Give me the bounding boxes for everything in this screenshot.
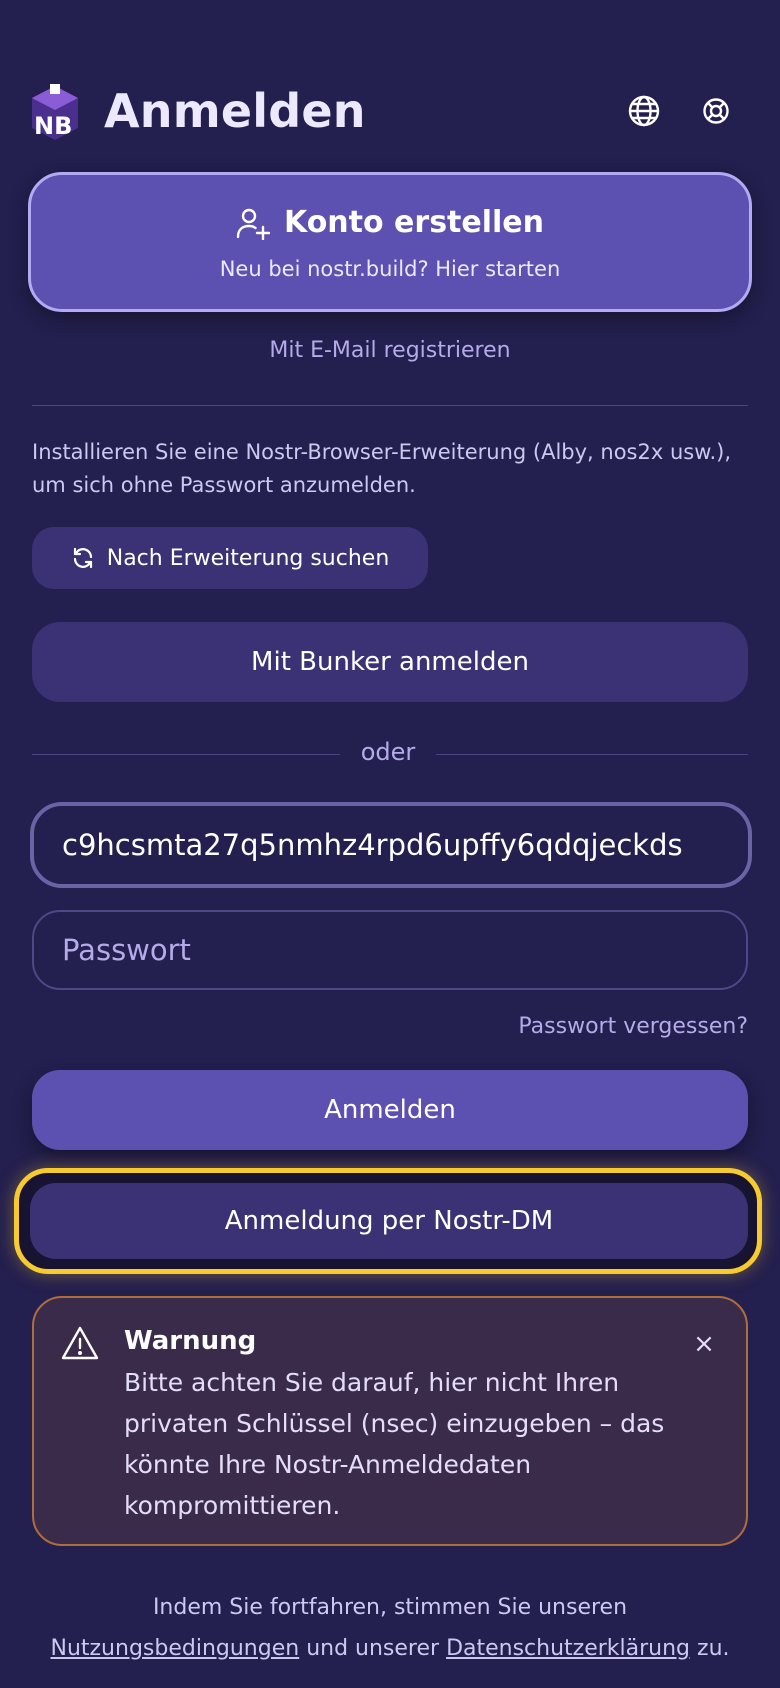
forgot-password-link[interactable]: Passwort vergessen? bbox=[420, 1014, 748, 1039]
privacy-link[interactable]: Datenschutzerklärung bbox=[446, 1636, 690, 1661]
close-icon[interactable]: × bbox=[686, 1326, 722, 1362]
user-plus-icon bbox=[236, 208, 270, 240]
divider bbox=[32, 405, 748, 406]
login-button[interactable]: Anmelden bbox=[32, 1070, 748, 1150]
footer-suffix: zu. bbox=[697, 1636, 730, 1661]
footer-legal: Indem Sie fortfahren, stimmen Sie unsere… bbox=[20, 1587, 760, 1669]
extension-info-text: Installieren Sie eine Nostr-Browser-Erwe… bbox=[32, 440, 731, 497]
footer-middle: und unserer bbox=[306, 1636, 440, 1661]
refresh-icon bbox=[73, 547, 92, 569]
nostr-dm-login-button[interactable]: Anmeldung per Nostr-DM bbox=[30, 1183, 748, 1259]
search-extension-button[interactable]: Nach Erweiterung suchen bbox=[32, 527, 428, 589]
create-account-label: Konto erstellen bbox=[283, 205, 545, 240]
password-input[interactable] bbox=[32, 910, 748, 990]
lifebuoy-icon[interactable] bbox=[692, 87, 740, 135]
warning-text: Bitte achten Sie darauf, hier nicht Ihre… bbox=[124, 1368, 665, 1520]
nostr-build-logo: NB bbox=[28, 84, 82, 142]
email-register-link[interactable]: Mit E-Mail registrieren bbox=[0, 338, 780, 363]
search-extension-label: Nach Erweiterung suchen bbox=[106, 545, 390, 571]
or-label: oder bbox=[360, 738, 416, 766]
svg-text:NB: NB bbox=[34, 112, 72, 140]
username-input[interactable] bbox=[30, 802, 752, 888]
create-account-main: Konto erstellen bbox=[31, 205, 749, 240]
warning-title: Warnung bbox=[124, 1326, 257, 1356]
divider-right bbox=[436, 754, 748, 755]
footer-prefix: Indem Sie fortfahren, stimmen Sie unsere… bbox=[152, 1595, 628, 1620]
create-account-button[interactable]: Konto erstellen Neu bei nostr.build? Hie… bbox=[28, 172, 752, 312]
globe-icon[interactable] bbox=[620, 87, 668, 135]
terms-link[interactable]: Nutzungsbedingungen bbox=[50, 1636, 299, 1661]
warning-icon bbox=[60, 1324, 100, 1364]
divider-left bbox=[32, 754, 340, 755]
page-title: Anmelden bbox=[104, 84, 366, 138]
warning-alert: Warnung Bitte achten Sie darauf, hier ni… bbox=[32, 1296, 748, 1546]
create-account-subtitle: Neu bei nostr.build? Hier starten bbox=[219, 257, 561, 281]
bunker-login-button[interactable]: Mit Bunker anmelden bbox=[32, 622, 748, 702]
